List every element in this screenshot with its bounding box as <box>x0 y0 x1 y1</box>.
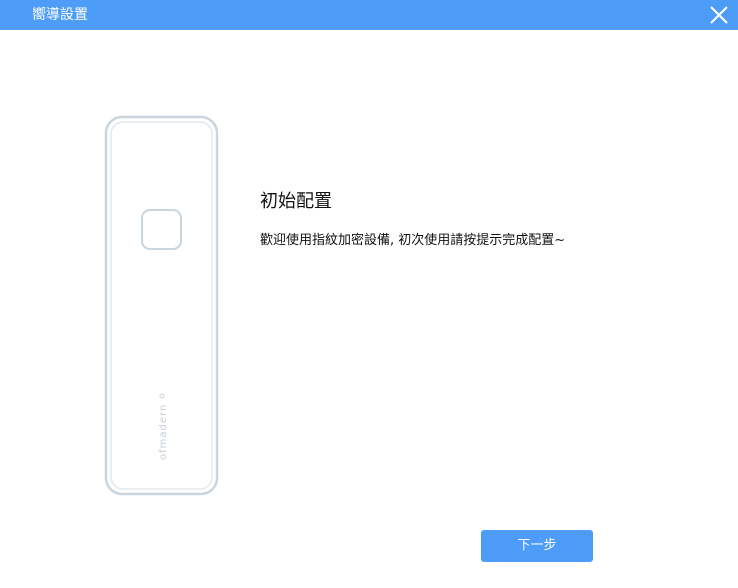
fingerprint-device-icon: ofmadern <box>104 115 219 496</box>
device-brand-text: ofmadern <box>158 404 169 460</box>
next-button[interactable]: 下一步 <box>481 530 593 562</box>
close-icon <box>710 6 728 24</box>
window-title: 嚮導設置 <box>32 7 88 23</box>
setup-wizard-window: 嚮導設置 ofmadern 初始配置 歡迎使用指紋加密設備, 初次使用請按提示完… <box>0 0 738 588</box>
welcome-description: 歡迎使用指紋加密設備, 初次使用請按提示完成配置~ <box>260 233 566 248</box>
page-heading: 初始配置 <box>260 191 332 212</box>
close-button[interactable] <box>708 4 730 26</box>
title-bar: 嚮導設置 <box>0 0 738 30</box>
fingerprint-device-illustration: ofmadern <box>104 115 219 496</box>
